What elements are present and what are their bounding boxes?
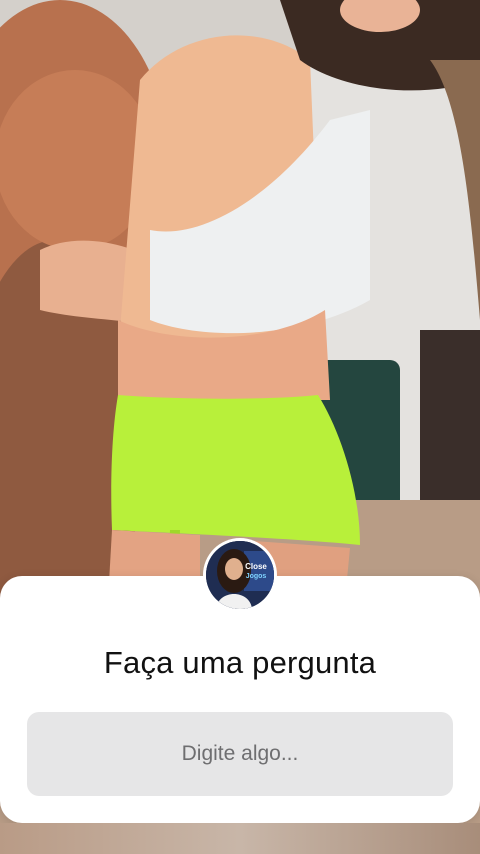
- svg-text:Close: Close: [245, 562, 267, 571]
- avatar-illustration: Close Jogos: [206, 541, 274, 609]
- question-sticker-title: Faça uma pergunta: [103, 645, 377, 680]
- avatar-photo: Close Jogos: [206, 541, 274, 609]
- story-photo-bottom-strip: [0, 823, 480, 854]
- story-screen: Close Jogos Faça uma pergunta: [0, 0, 480, 854]
- question-answer-input[interactable]: [27, 712, 453, 796]
- avatar: Close Jogos: [203, 538, 277, 612]
- svg-text:Jogos: Jogos: [246, 573, 267, 580]
